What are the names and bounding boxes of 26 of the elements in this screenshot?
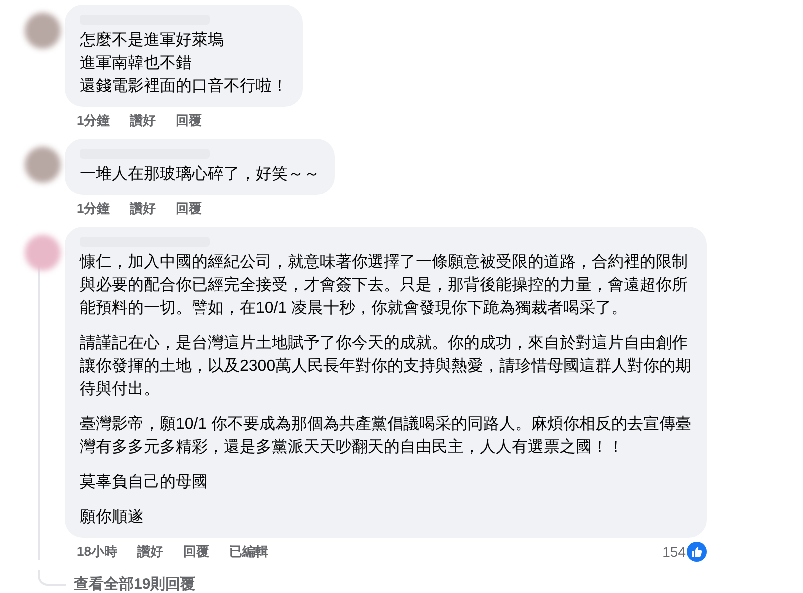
avatar-placeholder[interactable]	[25, 235, 61, 271]
thumbs-up-icon	[687, 542, 707, 562]
avatar-placeholder[interactable]	[25, 13, 61, 49]
comment-paragraph: 請謹記在心，是台灣這片土地賦予了你今天的成就。你的成功，來自於對這片自由創作讓你發揮的土地，以及2300萬人民長年對你的支持與熱愛，請珍惜母國這群人對你的期待與付出。	[80, 334, 692, 400]
comment-action[interactable]: 回覆	[183, 543, 210, 561]
comment-paragraph: 慷仁，加入中國的經紀公司，就意味著你選擇了一條願意被受限的道路，合約裡的限制與必要的配合你已經完全接受，才會簽下去。只是，那背後能操控的力量，會遠超你所能預料的一切。譬如，在10/1 凌晨十秒，你就會發現你下跪為獨裁者喝采了。	[80, 252, 689, 319]
reaction-count[interactable]: 154	[662, 544, 686, 560]
comment-action[interactable]: 回覆	[176, 200, 202, 218]
thread-connector-line	[38, 570, 66, 586]
comment-action[interactable]: 讚好	[130, 200, 156, 218]
comment-paragraph: 臺灣影帝，願10/1 你不要成為那個為共產黨倡議喝采的同路人。麻煩你相反的去宣傳臺灣有多多元多精彩，還是多黨派天天吵翻天的自由民主，人人有選票之國！！	[80, 414, 692, 458]
timestamp[interactable]: 1分鐘	[77, 112, 110, 130]
comment-action[interactable]: 回覆	[176, 112, 202, 130]
view-replies-link[interactable]: 查看全部19則回覆	[74, 575, 196, 593]
comment-text: 進軍南韓也不錯	[80, 54, 193, 74]
comment-paragraph: 願你順遂	[80, 508, 145, 528]
comment-action[interactable]: 已編輯	[229, 543, 268, 561]
timestamp[interactable]: 18小時	[77, 543, 118, 561]
comment-action[interactable]: 讚好	[130, 112, 156, 130]
comment-paragraph: 莫辜負自己的母國	[80, 472, 209, 493]
comment-text: 怎麼不是進軍好萊塢	[80, 30, 225, 51]
timestamp[interactable]: 1分鐘	[77, 200, 110, 218]
avatar-placeholder[interactable]	[25, 147, 61, 183]
comment-action[interactable]: 讚好	[137, 543, 164, 561]
comment-text: 還錢電影裡面的口音不行啦！	[80, 76, 288, 97]
comment-text: 一堆人在那玻璃心碎了，好笑～～	[80, 164, 320, 185]
